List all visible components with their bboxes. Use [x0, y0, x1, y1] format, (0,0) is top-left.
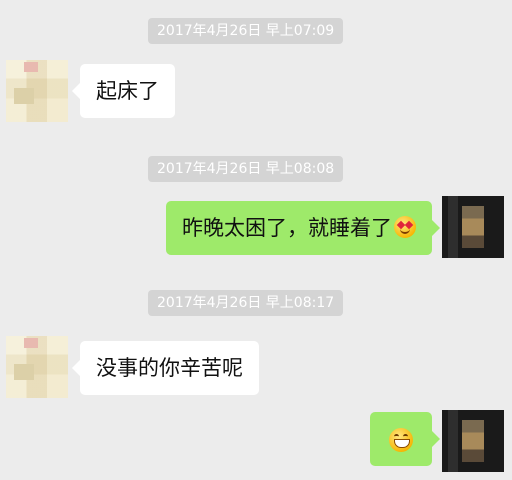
- message-text: 没事的你辛苦呢: [96, 356, 243, 380]
- timestamp: 2017年4月26日 早上08:17: [148, 290, 344, 316]
- grinning-emoji-icon: [389, 428, 413, 452]
- message-bubble-incoming[interactable]: 起床了: [72, 64, 175, 118]
- timestamp: 2017年4月26日 早上07:09: [148, 18, 344, 44]
- message-bubble-incoming[interactable]: 没事的你辛苦呢: [72, 341, 259, 395]
- message-text: 起床了: [96, 79, 159, 103]
- heart-eyes-emoji-icon: [394, 216, 416, 238]
- contact-avatar[interactable]: [6, 336, 68, 398]
- contact-avatar[interactable]: [6, 60, 68, 122]
- timestamp: 2017年4月26日 早上08:08: [148, 156, 344, 182]
- message-bubble-outgoing[interactable]: [370, 412, 440, 466]
- message-text: 昨晚太困了，就睡着了: [182, 216, 392, 240]
- self-avatar[interactable]: [442, 410, 504, 472]
- self-avatar[interactable]: [442, 196, 504, 258]
- message-bubble-outgoing[interactable]: 昨晚太困了，就睡着了: [166, 201, 440, 255]
- chat-view: 2017年4月26日 早上07:09 起床了 2017年4月26日 早上08:0…: [0, 0, 512, 480]
